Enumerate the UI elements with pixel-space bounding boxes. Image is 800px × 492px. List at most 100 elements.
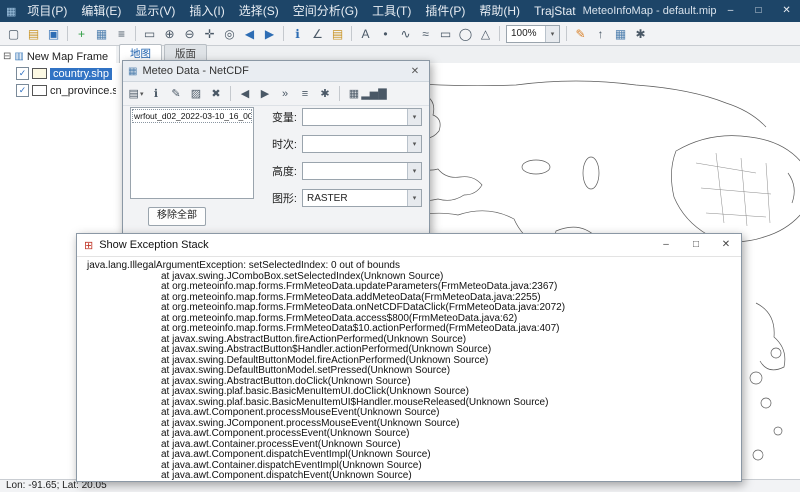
toolbar-separator [230, 86, 231, 101]
menu-insert[interactable]: 插入(I) [182, 0, 231, 22]
pen-icon[interactable]: ✎ [571, 24, 590, 43]
layer-label-country[interactable]: country.shp [50, 68, 112, 80]
maximize-button[interactable]: □ [681, 234, 711, 256]
tree-root-map-frame[interactable]: ⊟ ▥ New Map Frame [0, 48, 116, 65]
stack-line: java.lang.IllegalArgumentException: setS… [87, 261, 741, 272]
ellipse-icon[interactable]: ◯ [456, 24, 475, 43]
meteo-data-icon[interactable]: ▦ [92, 24, 111, 43]
prev-time-icon[interactable]: ◀ [236, 85, 254, 103]
app-icon: ▦ [6, 5, 16, 18]
meteo-dialog-titlebar[interactable]: ▦ Meteo Data - NetCDF ✕ [123, 61, 429, 82]
polygon-icon[interactable]: △ [476, 24, 495, 43]
exception-window-controls: – □ ✕ [651, 234, 741, 256]
point-icon[interactable]: • [376, 24, 395, 43]
variable-select[interactable]: ▾ [302, 108, 422, 126]
remove-all-button[interactable]: 移除全部 [148, 207, 206, 226]
stack-line: at javax.swing.DefaultButtonModel.setPre… [87, 366, 741, 377]
polyline-icon[interactable]: ∿ [396, 24, 415, 43]
save-project-icon[interactable]: ▣ [44, 24, 63, 43]
curve-icon[interactable]: ≈ [416, 24, 435, 43]
prev-view-icon[interactable]: ◀ [240, 24, 259, 43]
graph-type-select[interactable]: RASTER ▾ [302, 189, 422, 207]
clear-draw-icon[interactable]: ▨ [187, 85, 205, 103]
delete-data-icon[interactable]: ✖ [207, 85, 225, 103]
new-project-icon[interactable]: ▢ [4, 24, 23, 43]
time-select[interactable]: ▾ [302, 135, 422, 153]
open-file-icon[interactable]: ▤▾ [127, 85, 145, 103]
measure-icon[interactable]: ∠ [308, 24, 327, 43]
variable-row: 变量: ▾ [263, 108, 422, 126]
grid-icon[interactable]: ▦ [611, 24, 630, 43]
menu-view[interactable]: 显示(V) [128, 0, 182, 22]
collapse-icon[interactable]: ⊟ [3, 51, 11, 62]
toolbar-separator [566, 26, 567, 41]
chevron-down-icon: ▾ [407, 163, 421, 179]
java-icon: ⊞ [84, 239, 93, 252]
select-icon[interactable]: ▭ [140, 24, 159, 43]
graph-type-value: RASTER [307, 193, 348, 204]
grid-icon: ▦ [128, 66, 137, 77]
toolbar-separator [339, 86, 340, 101]
maximize-button[interactable]: □ [745, 0, 773, 22]
zoom-level-select[interactable]: 100% ▾ [506, 25, 560, 43]
layers-icon[interactable]: ≡ [112, 24, 131, 43]
meteo-dialog-body: wrfout_d02_2022-03-10_16_00_00 移除全部 变量: … [130, 107, 422, 227]
zoom-out-icon[interactable]: ⊖ [180, 24, 199, 43]
identify-icon[interactable]: ℹ [288, 24, 307, 43]
exception-title: Show Exception Stack [99, 239, 208, 251]
menu-project[interactable]: 项目(P) [20, 0, 74, 22]
menubar: ▦ 项目(P) 编辑(E) 显示(V) 插入(I) 选择(S) 空间分析(G) … [0, 0, 800, 22]
rectangle-icon[interactable]: ▭ [436, 24, 455, 43]
next-view-icon[interactable]: ▶ [260, 24, 279, 43]
toolbar-separator [283, 26, 284, 41]
chart-icon[interactable]: ▂▅▇ [365, 85, 383, 103]
close-button[interactable]: ✕ [711, 234, 741, 256]
toolbar-separator [351, 26, 352, 41]
minimize-button[interactable]: – [651, 234, 681, 256]
north-arrow-icon[interactable]: ↑ [591, 24, 610, 43]
close-icon[interactable]: ✕ [406, 66, 424, 77]
menu-help[interactable]: 帮助(H) [472, 0, 527, 22]
add-layer-icon[interactable]: + [72, 24, 91, 43]
settings-icon[interactable]: ✱ [631, 24, 650, 43]
window-title: MeteoInfoMap - default.mip [583, 5, 717, 17]
label-icon[interactable]: A [356, 24, 375, 43]
toolbar-separator [135, 26, 136, 41]
graph-type-label: 图形: [263, 190, 297, 206]
layer-symbol [32, 68, 47, 79]
next-time-icon[interactable]: ▶ [256, 85, 274, 103]
animate-icon[interactable]: » [276, 85, 294, 103]
level-label: 高度: [263, 163, 297, 179]
close-button[interactable]: ✕ [773, 0, 800, 22]
dataset-item[interactable]: wrfout_d02_2022-03-10_16_00_00 [132, 109, 252, 123]
table-view-icon[interactable]: ≡ [296, 85, 314, 103]
menu-selection[interactable]: 选择(S) [232, 0, 286, 22]
time-label: 时次: [263, 136, 297, 152]
layer-visibility-checkbox[interactable]: ✓ [16, 84, 29, 97]
exception-titlebar[interactable]: ⊞ Show Exception Stack – □ ✕ [77, 234, 741, 257]
attribute-table-icon[interactable]: ▤ [328, 24, 347, 43]
zoom-level-value: 100% [511, 28, 537, 39]
level-select[interactable]: ▾ [302, 162, 422, 180]
menu-edit[interactable]: 编辑(E) [74, 0, 128, 22]
chevron-down-icon: ▾ [545, 26, 559, 42]
stack-trace: java.lang.IllegalArgumentException: setS… [77, 256, 741, 481]
menu-trajstat[interactable]: TrajStat [527, 0, 583, 22]
data-info-icon[interactable]: ℹ [147, 85, 165, 103]
data-settings-icon[interactable]: ✱ [316, 85, 334, 103]
minimize-button[interactable]: – [717, 0, 745, 22]
draw-data-icon[interactable]: ✎ [167, 85, 185, 103]
menu-tools[interactable]: 工具(T) [365, 0, 418, 22]
pan-icon[interactable]: ✛ [200, 24, 219, 43]
stack-line: at java.awt.Component.processEvent(Unkno… [87, 429, 741, 440]
menu-geoprocessing[interactable]: 空间分析(G) [286, 0, 365, 22]
menu-plugin[interactable]: 插件(P) [418, 0, 472, 22]
layer-row-country[interactable]: ✓ country.shp [0, 65, 116, 82]
open-project-icon[interactable]: ▤ [24, 24, 43, 43]
zoom-in-icon[interactable]: ⊕ [160, 24, 179, 43]
layer-visibility-checkbox[interactable]: ✓ [16, 67, 29, 80]
dataset-list[interactable]: wrfout_d02_2022-03-10_16_00_00 [130, 107, 254, 199]
layer-row-cn-province[interactable]: ✓ cn_province.shp [0, 82, 116, 99]
full-extent-icon[interactable]: ◎ [220, 24, 239, 43]
toolbar-separator [499, 26, 500, 41]
